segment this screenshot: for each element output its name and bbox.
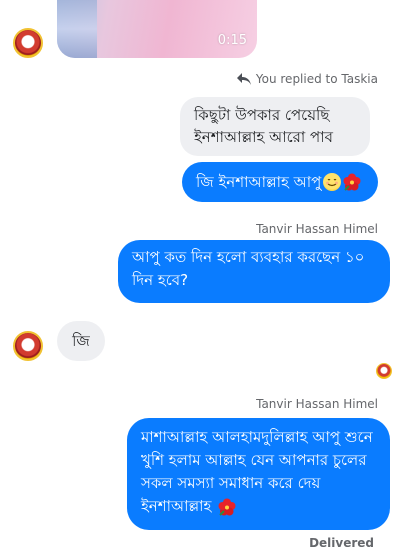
reply-header: You replied to Taskia (236, 72, 378, 86)
video-message-thumbnail[interactable]: 0:15 (57, 0, 257, 58)
message-text: আপু কত দিন হলো ব্যবহার করছেন ১০ দিন হবে? (132, 248, 365, 289)
message-bubble-outgoing[interactable]: আপু কত দিন হলো ব্যবহার করছেন ১০ দিন হবে? (118, 240, 390, 303)
message-text: জি ইনশাআল্লাহ আপু (196, 172, 322, 191)
message-text: জি (72, 332, 90, 350)
seen-indicator-avatar (376, 363, 392, 379)
video-preview-image (57, 0, 97, 58)
reply-header-text: You replied to Taskia (255, 72, 378, 86)
smiling-face-icon (323, 173, 342, 191)
quoted-message-text: কিছুটা উপকার পেয়েছি ইনশাআল্লাহ আরো পাব (194, 106, 333, 146)
sender-name: Tanvir Hassan Himel (256, 397, 378, 411)
delivery-status: Delivered (309, 536, 374, 550)
quoted-message[interactable]: কিছুটা উপকার পেয়েছি ইনশাআল্লাহ আরো পাব (180, 97, 370, 156)
message-bubble-outgoing[interactable]: জি ইনশাআল্লাহ আপু (182, 162, 378, 202)
avatar[interactable] (13, 331, 43, 361)
video-duration: 0:15 (217, 33, 247, 48)
message-bubble-outgoing[interactable]: মাশাআল্লাহ আলহামদুলিল্লাহ আপু শুনে খুশি … (127, 418, 390, 530)
reply-arrow-icon (236, 73, 251, 85)
message-bubble-incoming[interactable]: জি (57, 321, 105, 361)
avatar[interactable] (13, 28, 43, 58)
message-text: মাশাআল্লাহ আলহামদুলিল্লাহ আপু শুনে খুশি … (141, 428, 373, 515)
hibiscus-icon (343, 173, 361, 191)
hibiscus-icon (218, 498, 236, 516)
sender-name: Tanvir Hassan Himel (256, 222, 378, 236)
